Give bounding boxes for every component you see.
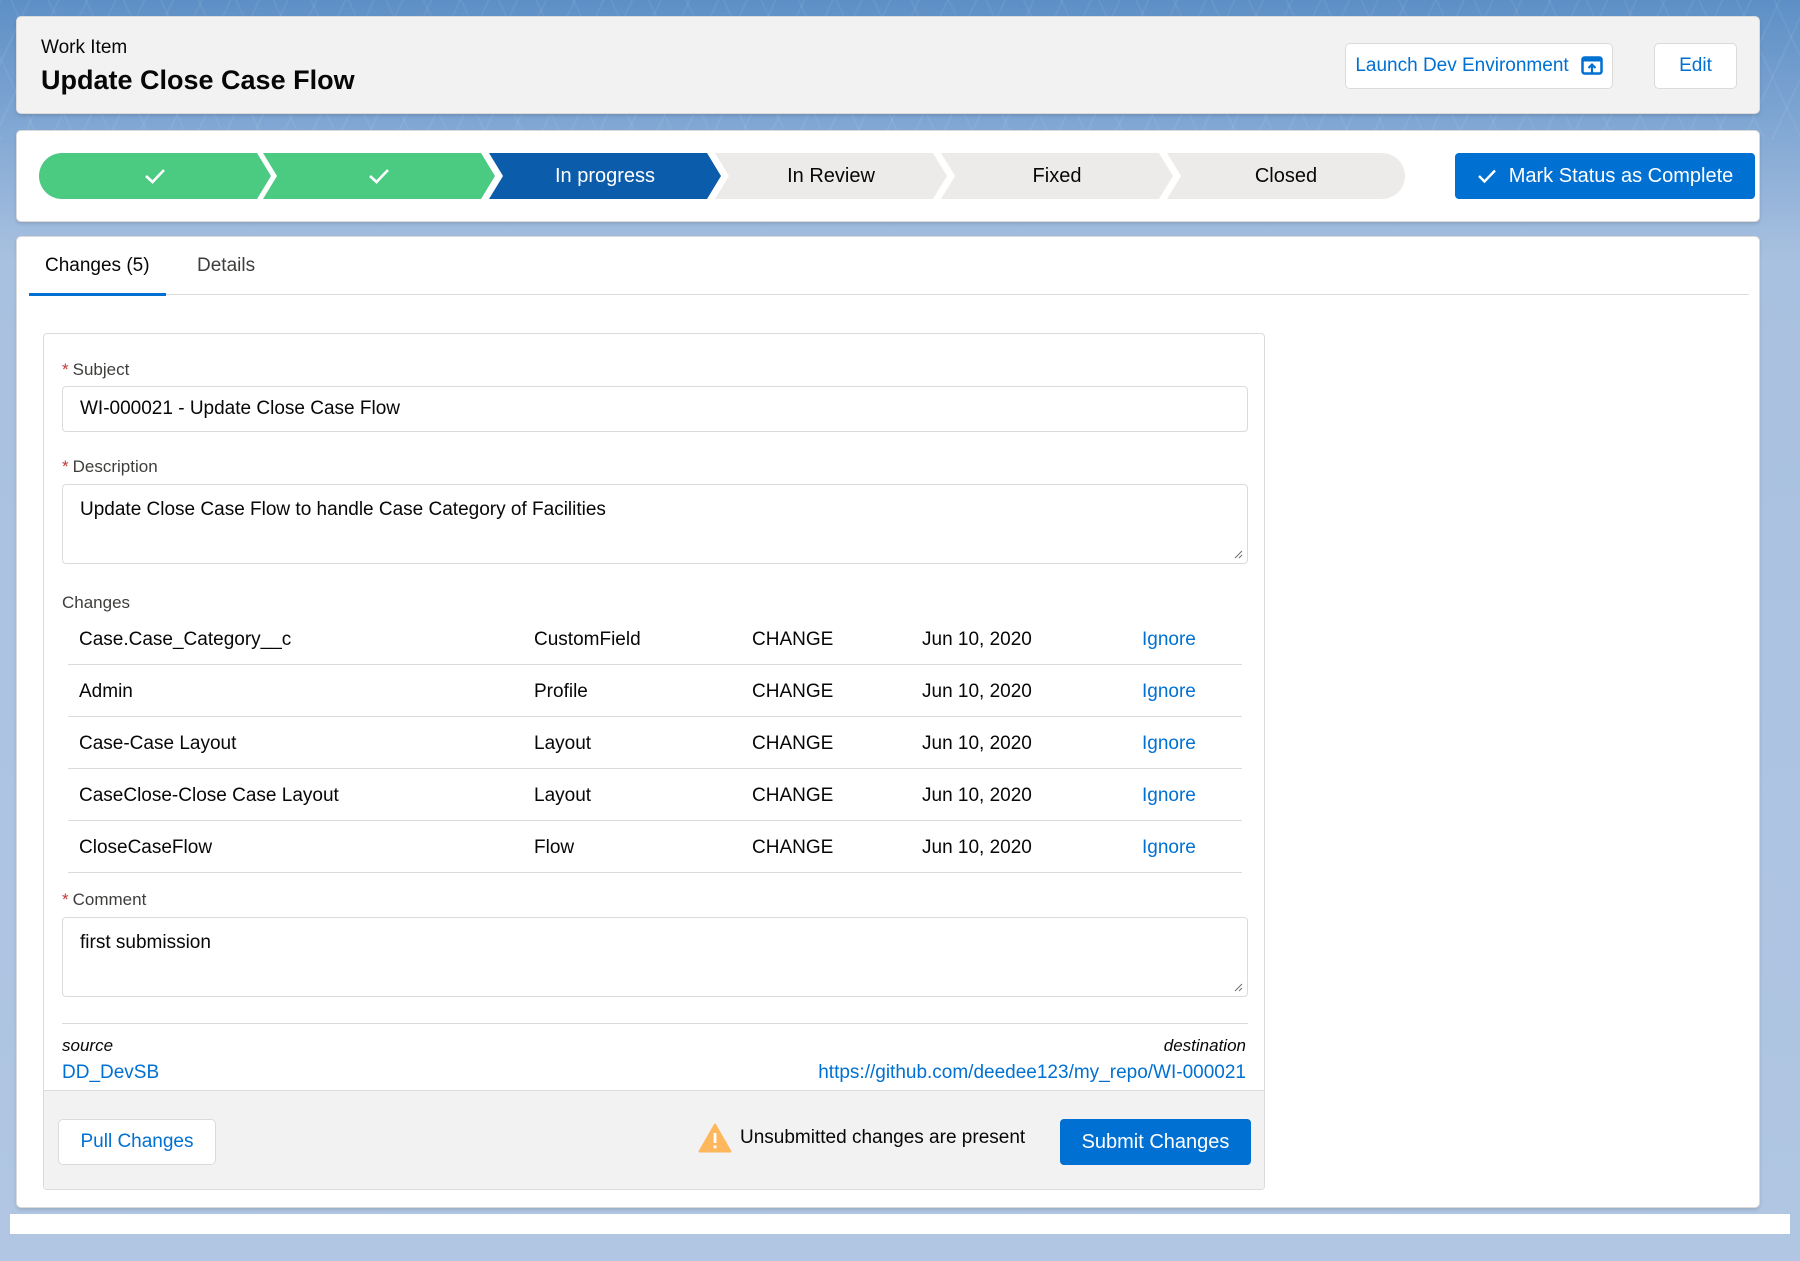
path-step-label: In progress (554, 164, 656, 187)
resize-grip-icon[interactable] (1233, 982, 1243, 992)
tab-changes[interactable]: Changes (5) (29, 255, 166, 296)
table-row: Admin Profile CHANGE Jun 10, 2020 Ignore (68, 665, 1242, 717)
change-type: CustomField (534, 629, 641, 650)
ignore-link[interactable]: Ignore (1142, 785, 1196, 807)
page-header: Work Item Update Close Case Flow Launch … (16, 16, 1760, 114)
check-icon (1477, 169, 1496, 184)
tab-bar: Changes (5) Details (29, 237, 1749, 296)
table-row: Case-Case Layout Layout CHANGE Jun 10, 2… (68, 717, 1242, 769)
change-operation: CHANGE (752, 681, 834, 702)
change-name: CaseClose-Close Case Layout (79, 785, 339, 806)
object-type-label: Work Item (41, 37, 128, 58)
comment-label: * Comment (62, 890, 147, 909)
change-name: Case.Case_Category__c (79, 629, 292, 650)
change-name: CloseCaseFlow (79, 837, 213, 858)
description-label: * Description (62, 457, 158, 476)
destination-link[interactable]: https://github.com/deedee123/my_repo/WI-… (818, 1062, 1246, 1084)
launch-label: Launch Dev Environment (1355, 55, 1569, 76)
change-name: Admin (79, 681, 133, 702)
path-step-fixed[interactable]: Fixed (941, 153, 1173, 199)
check-icon (145, 169, 165, 184)
ignore-link[interactable]: Ignore (1142, 629, 1196, 651)
pull-changes-button[interactable]: Pull Changes (58, 1119, 216, 1165)
changes-label: Changes (62, 593, 131, 612)
warning-text: Unsubmitted changes are present (740, 1127, 1026, 1148)
mark-status-complete-button[interactable]: Mark Status as Complete (1455, 153, 1755, 199)
mark-status-label: Mark Status as Complete (1508, 164, 1734, 187)
work-item-main-card: Changes (5) Details * Subject WI-000021 -… (16, 236, 1760, 1208)
table-row: CloseCaseFlow Flow CHANGE Jun 10, 2020 I… (68, 821, 1242, 873)
destination-label: destination (1163, 1036, 1246, 1055)
status-path: In progress In Review Fixed Closed (39, 153, 1405, 199)
change-operation: CHANGE (752, 629, 834, 650)
path-step-closed[interactable]: Closed (1167, 153, 1405, 199)
change-operation: CHANGE (752, 785, 834, 806)
divider (62, 1023, 1248, 1024)
page-title: Update Close Case Flow (41, 65, 355, 95)
change-type: Flow (534, 837, 575, 858)
change-type: Layout (534, 785, 592, 806)
resize-grip-icon[interactable] (1233, 549, 1243, 559)
table-row: Case.Case_Category__c CustomField CHANGE… (68, 613, 1242, 665)
page-bottom-strip (10, 1214, 1790, 1234)
change-type: Layout (534, 733, 592, 754)
path-step-label: Fixed (1032, 164, 1082, 187)
unsubmitted-warning: Unsubmitted changes are present (698, 1123, 1025, 1153)
required-marker: * (62, 890, 69, 909)
change-date: Jun 10, 2020 (922, 629, 1032, 650)
ignore-link[interactable]: Ignore (1142, 733, 1196, 755)
ignore-link[interactable]: Ignore (1142, 681, 1196, 703)
change-date: Jun 10, 2020 (922, 837, 1032, 858)
changes-table: Case.Case_Category__c CustomField CHANGE… (68, 613, 1242, 873)
path-step-1[interactable] (39, 153, 271, 199)
change-name: Case-Case Layout (79, 733, 237, 754)
path-step-in-review[interactable]: In Review (715, 153, 947, 199)
change-operation: CHANGE (752, 837, 834, 858)
comment-value: first submission (80, 932, 211, 953)
change-date: Jun 10, 2020 (922, 785, 1032, 806)
path-step-label: Closed (1254, 164, 1318, 187)
table-row: CaseClose-Close Case Layout Layout CHANG… (68, 769, 1242, 821)
path-step-in-progress[interactable]: In progress (489, 153, 721, 199)
path-step-2[interactable] (263, 153, 495, 199)
description-value: Update Close Case Flow to handle Case Ca… (80, 499, 606, 520)
subject-input[interactable]: WI-000021 - Update Close Case Flow (62, 386, 1248, 432)
source-link[interactable]: DD_DevSB (62, 1062, 159, 1084)
submit-changes-button[interactable]: Submit Changes (1060, 1119, 1251, 1165)
warning-icon (698, 1123, 732, 1153)
change-operation: CHANGE (752, 733, 834, 754)
ignore-link[interactable]: Ignore (1142, 837, 1196, 859)
comment-textarea[interactable]: first submission (62, 917, 1248, 997)
new-window-icon (1580, 56, 1603, 75)
required-marker: * (62, 360, 69, 379)
change-date: Jun 10, 2020 (922, 733, 1032, 754)
tab-details[interactable]: Details (197, 255, 255, 295)
description-textarea[interactable]: Update Close Case Flow to handle Case Ca… (62, 484, 1248, 564)
required-marker: * (62, 457, 69, 476)
submission-form: * Subject WI-000021 - Update Close Case F… (43, 333, 1265, 1190)
launch-dev-environment-button[interactable]: Launch Dev Environment (1345, 43, 1613, 89)
edit-button[interactable]: Edit (1654, 43, 1737, 89)
status-path-card: In progress In Review Fixed Closed Mark … (16, 130, 1760, 222)
change-date: Jun 10, 2020 (922, 681, 1032, 702)
source-label: source (62, 1036, 114, 1055)
check-icon (369, 169, 389, 184)
change-type: Profile (534, 681, 588, 702)
subject-label: * Subject (62, 360, 130, 379)
path-step-label: In Review (787, 164, 875, 187)
form-footer: Pull Changes Unsubmitted changes are pre… (44, 1090, 1264, 1189)
